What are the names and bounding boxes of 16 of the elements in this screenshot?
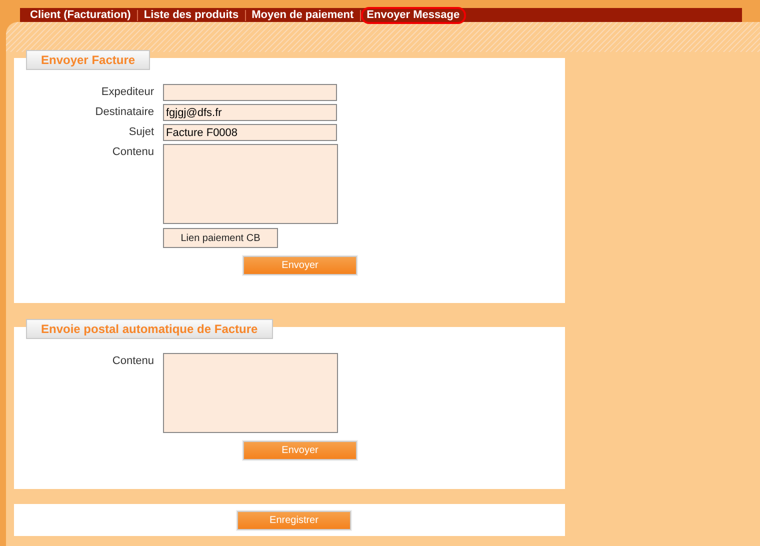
section-title: Envoie postal automatique de Facture — [26, 319, 273, 339]
field-label: Contenu — [111, 145, 155, 160]
text-area[interactable] — [163, 144, 338, 224]
field-label: Destinataire — [94, 105, 155, 120]
text-area[interactable] — [163, 353, 338, 433]
field-label: Contenu — [111, 354, 155, 369]
link-button[interactable]: Lien paiement CB — [163, 228, 278, 248]
nav-tab[interactable]: Client (Facturation) — [24, 6, 137, 24]
input-field[interactable]: fgjgj@dfs.fr — [163, 104, 337, 121]
input-field[interactable]: Facture F0008 — [163, 124, 337, 141]
field-label: Sujet — [128, 125, 155, 140]
section-title: Envoyer Facture — [26, 50, 150, 70]
nav-tab[interactable]: Liste des produits — [138, 6, 245, 24]
input-field[interactable] — [163, 84, 337, 101]
field-label: Expediteur — [100, 85, 155, 100]
nav-tab[interactable]: Moyen de paiement — [246, 6, 360, 24]
